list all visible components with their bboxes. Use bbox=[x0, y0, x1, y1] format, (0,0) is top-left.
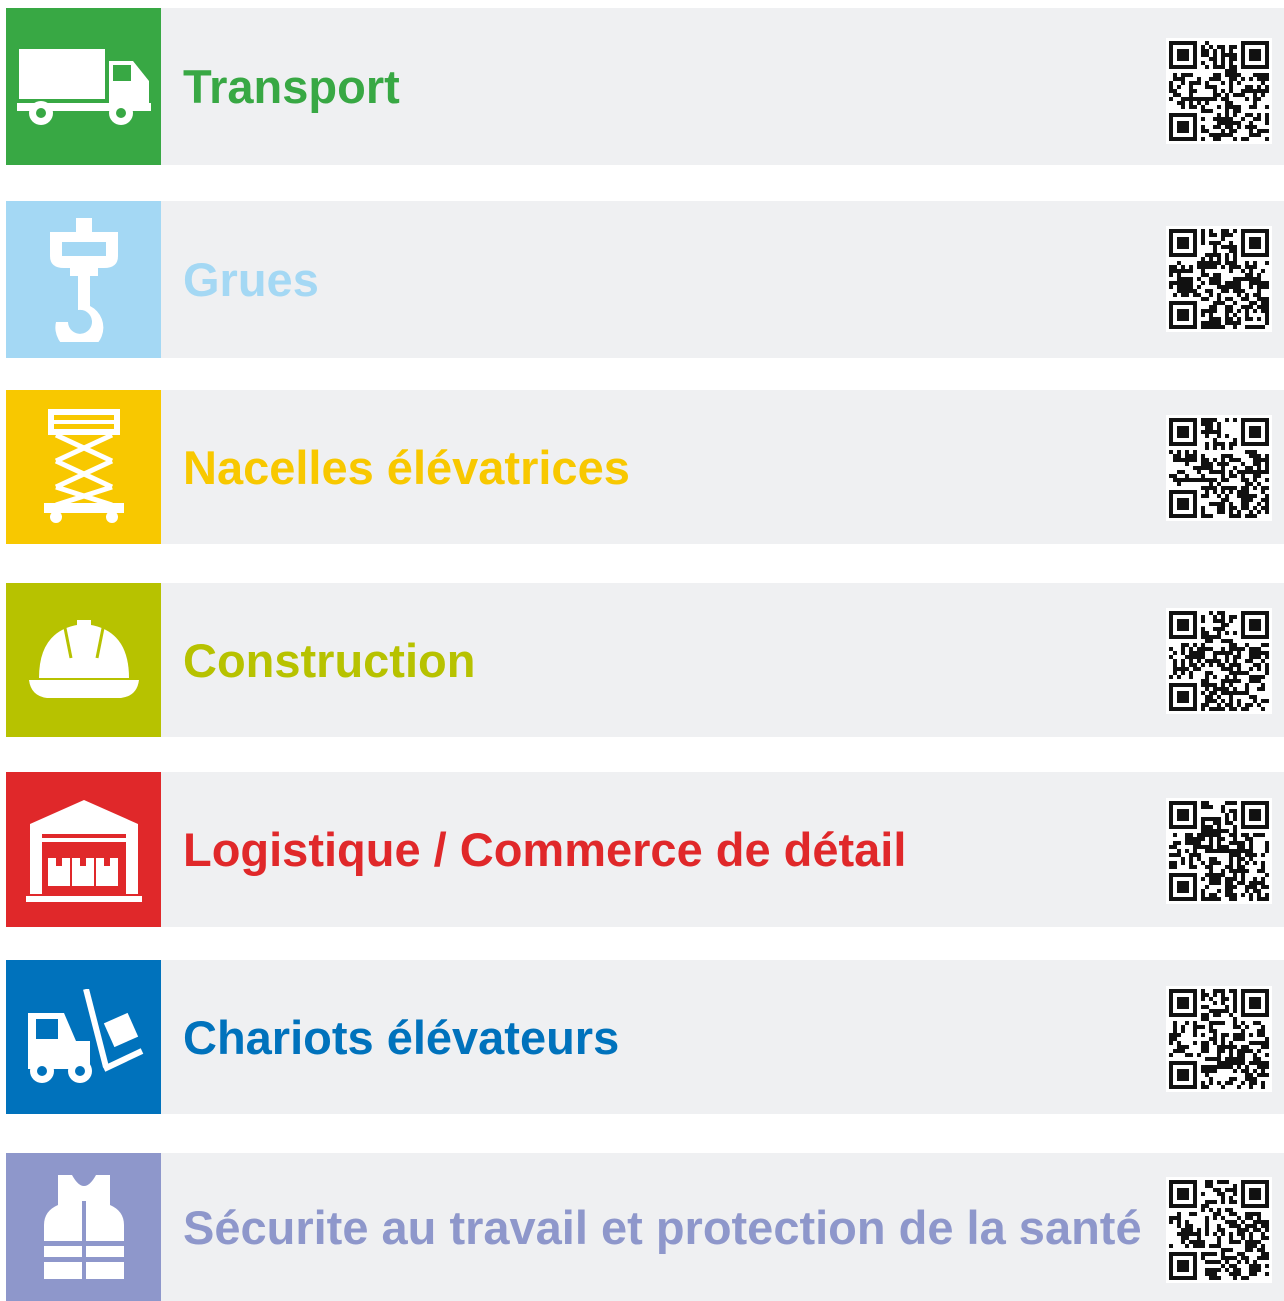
category-label[interactable]: Nacelles élévatrices bbox=[183, 390, 630, 544]
qr-code[interactable] bbox=[1166, 226, 1272, 332]
truck-icon bbox=[16, 48, 151, 125]
category-row-nacelles[interactable]: Nacelles élévatrices bbox=[6, 390, 1284, 544]
category-label[interactable]: Logistique / Commerce de détail bbox=[183, 772, 906, 927]
securite-tile bbox=[6, 1153, 161, 1301]
category-row-transport[interactable]: Transport bbox=[6, 8, 1284, 165]
category-label[interactable]: Grues bbox=[183, 201, 319, 358]
qr-code[interactable] bbox=[1166, 798, 1272, 904]
scissor-lift-icon bbox=[43, 409, 124, 523]
category-row-chariots[interactable]: Chariots élévateurs bbox=[6, 960, 1284, 1114]
category-label[interactable]: Chariots élévateurs bbox=[183, 960, 619, 1114]
qr-code[interactable] bbox=[1166, 415, 1272, 521]
warehouse-icon bbox=[25, 799, 142, 902]
qr-code[interactable] bbox=[1166, 608, 1272, 714]
safety-vest-icon bbox=[43, 1175, 124, 1279]
qr-code[interactable] bbox=[1166, 38, 1272, 144]
qr-code[interactable] bbox=[1166, 986, 1272, 1092]
category-row-construction[interactable]: Construction bbox=[6, 583, 1284, 737]
hard-hat-icon bbox=[28, 620, 139, 698]
construction-tile bbox=[6, 583, 161, 737]
grues-tile bbox=[6, 201, 161, 358]
category-row-logistique[interactable]: Logistique / Commerce de détail bbox=[6, 772, 1284, 927]
forklift-icon bbox=[27, 989, 143, 1083]
logistique-tile bbox=[6, 772, 161, 927]
crane-hook-icon bbox=[49, 217, 118, 342]
nacelles-tile bbox=[6, 390, 161, 544]
transport-tile bbox=[6, 8, 161, 165]
category-label[interactable]: Sécurite au travail et protection de la … bbox=[183, 1153, 1142, 1301]
chariots-tile bbox=[6, 960, 161, 1114]
category-label[interactable]: Construction bbox=[183, 583, 475, 737]
category-row-grues[interactable]: Grues bbox=[6, 201, 1284, 358]
category-label[interactable]: Transport bbox=[183, 8, 400, 165]
qr-code[interactable] bbox=[1166, 1177, 1272, 1283]
category-row-securite[interactable]: Sécurite au travail et protection de la … bbox=[6, 1153, 1284, 1301]
